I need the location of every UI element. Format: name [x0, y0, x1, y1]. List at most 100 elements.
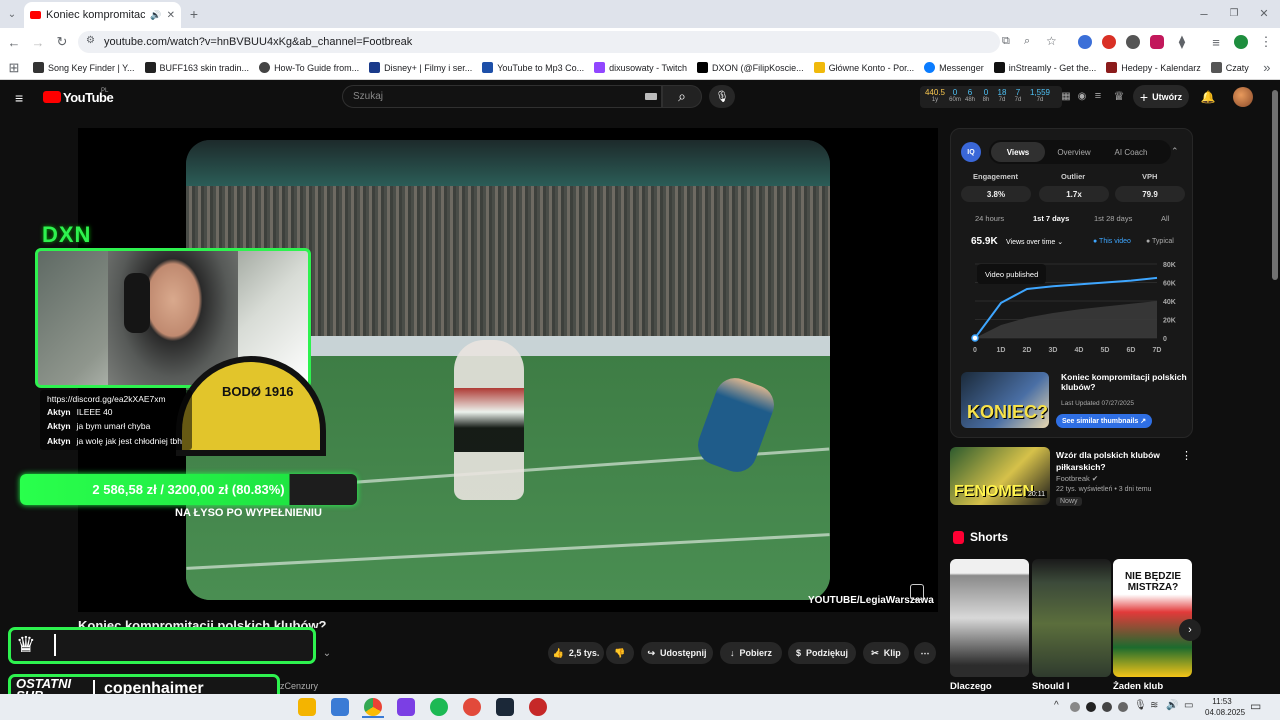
notifications-bell-icon[interactable]: 🔔 [1200, 89, 1216, 105]
browser-menu-icon[interactable]: ⋮ [1258, 34, 1274, 50]
bookmark-item[interactable]: Song Key Finder | Y... [28, 62, 140, 73]
period-28d[interactable]: 1st 28 days [1094, 214, 1132, 223]
speaker-icon[interactable]: 🔊 [150, 10, 161, 21]
similar-thumbnails-button[interactable]: See similar thumbnails ↗ [1056, 414, 1153, 428]
steam-icon[interactable] [496, 698, 514, 716]
microphone-tray-icon[interactable]: 🎙 [1134, 700, 1147, 711]
back-icon[interactable]: ← [6, 34, 22, 50]
settings-icon[interactable]: ◉ [1076, 90, 1088, 102]
apps-grid-icon[interactable]: ⊞ [0, 60, 28, 76]
period-all[interactable]: All [1161, 214, 1169, 223]
chevron-down-icon[interactable]: ⌄ [316, 644, 338, 662]
tab-views[interactable]: Views [991, 142, 1045, 162]
bookmark-item[interactable]: DXON (@FilipKoscie... [692, 62, 809, 73]
tab-close-icon[interactable]: ✕ [167, 10, 175, 21]
recommendation-thumbnail[interactable]: FENOMEN 20:11 [950, 447, 1050, 505]
app-icon[interactable] [397, 698, 415, 716]
bookmark-item[interactable]: How-To Guide from... [254, 62, 364, 73]
share-button[interactable]: ↪ Udostępnij [641, 642, 713, 664]
install-app-icon[interactable]: ⧉ [1002, 35, 1010, 48]
app-icon[interactable] [463, 698, 481, 716]
restore-icon[interactable]: ❐ [1226, 5, 1242, 21]
tray-icon[interactable] [1086, 702, 1096, 712]
forward-icon[interactable]: → [30, 34, 46, 50]
reading-list-icon[interactable]: ≡ [1208, 34, 1224, 50]
microphone-icon[interactable]: 🎙 [709, 85, 735, 108]
thumbnail-preview[interactable]: KONIEC? [961, 372, 1049, 428]
dislike-button[interactable]: 👎 [606, 642, 634, 664]
clip-button[interactable]: ✂ Klip [863, 642, 909, 664]
trophy-icon[interactable]: ♕ [1112, 89, 1126, 103]
extension-icon[interactable] [1078, 35, 1092, 49]
period-7d[interactable]: 1st 7 days [1033, 214, 1069, 223]
channel-watermark-icon[interactable] [910, 584, 924, 600]
site-info-icon[interactable]: ⚙ [86, 35, 95, 46]
bookmark-item[interactable]: Hedepy - Kalendarz [1101, 62, 1206, 73]
taskbar-clock[interactable]: 11:53 04.08.2025 [1205, 696, 1245, 718]
period-24h[interactable]: 24 hours [975, 214, 1004, 223]
todo-icon[interactable] [331, 698, 349, 716]
bookmark-item[interactable]: YouTube to Mp3 Co... [477, 62, 589, 73]
shorts-next-icon[interactable]: › [1179, 619, 1201, 641]
more-actions-button[interactable]: ⋯ [914, 642, 936, 664]
publish-point[interactable] [971, 334, 979, 342]
more-bookmarks-icon[interactable]: » [1254, 60, 1280, 75]
tray-chevron-icon[interactable]: ^ [1054, 700, 1059, 711]
reload-icon[interactable]: ↻ [54, 34, 70, 50]
bookmark-item[interactable]: Czaty [1206, 62, 1254, 73]
search-icon[interactable]: ⌕ [662, 85, 702, 108]
search-input[interactable]: Szukaj [342, 85, 662, 108]
like-button[interactable]: 👍 2,5 tys. [548, 642, 604, 664]
short-title[interactable]: Should I [1032, 681, 1069, 692]
short-thumbnail[interactable]: NIE BĘDZIE MISTRZA? [1113, 559, 1192, 677]
bookmark-item[interactable]: Główne Konto - Por... [809, 62, 920, 73]
bookmark-item[interactable]: Disney+ | Filmy i ser... [364, 62, 477, 73]
new-tab-icon[interactable]: + [186, 6, 202, 22]
short-title[interactable]: Żaden klub [1113, 681, 1163, 692]
create-button[interactable]: + Utwórz [1133, 85, 1189, 108]
minimize-icon[interactable]: – [1196, 5, 1212, 21]
collapse-icon[interactable]: ⌃ [1171, 146, 1179, 157]
wifi-icon[interactable]: ≋ [1150, 700, 1158, 711]
bookmark-item[interactable]: BUFF163 skin tradin... [140, 62, 255, 73]
notification-center-icon[interactable]: ▭ [1250, 699, 1261, 713]
recommendation-title[interactable]: Wzór dla polskich klubów piłkarskich? [1056, 449, 1174, 473]
youtube-logo-icon[interactable] [43, 91, 61, 103]
bookmark-star-icon[interactable]: ☆ [1046, 34, 1057, 48]
tray-icon[interactable] [1070, 702, 1080, 712]
spotify-icon[interactable] [430, 698, 448, 716]
hamburger-menu-icon[interactable]: ≡ [15, 90, 29, 106]
extension-icon[interactable] [1102, 35, 1116, 49]
tray-icon[interactable] [1118, 702, 1128, 712]
page-scrollbar[interactable] [1272, 90, 1278, 280]
close-window-icon[interactable]: ✕ [1256, 5, 1272, 21]
battery-icon[interactable]: ▭ [1184, 700, 1193, 711]
volume-icon[interactable]: 🔊 [1166, 700, 1178, 711]
bookmark-item[interactable]: Messenger [919, 62, 989, 73]
tab-search-icon[interactable]: ⌄ [4, 6, 20, 22]
tab-overview[interactable]: Overview [1047, 142, 1101, 162]
extension-icon[interactable] [1126, 35, 1140, 49]
thanks-button[interactable]: $ Podziękuj [788, 642, 856, 664]
chrome-icon[interactable] [364, 698, 382, 716]
app-icon[interactable] [529, 698, 547, 716]
browser-tab[interactable]: Koniec kompromitacji polsk 🔊 ✕ [24, 2, 181, 28]
keyboard-icon[interactable] [645, 93, 657, 100]
download-button[interactable]: ↓ Pobierz [720, 642, 782, 664]
grid-icon[interactable]: ▦ [1061, 90, 1071, 102]
recommendation-channel[interactable]: Footbreak ✔ [1056, 474, 1098, 483]
user-avatar[interactable] [1233, 87, 1253, 107]
profile-avatar[interactable] [1234, 35, 1248, 49]
file-explorer-icon[interactable] [298, 698, 316, 716]
metric-select[interactable]: Views over time ⌄ [1006, 238, 1063, 246]
extension-icon[interactable] [1150, 35, 1164, 49]
bookmark-item[interactable]: inStreamly - Get the... [989, 62, 1102, 73]
bookmark-item[interactable]: dixusowaty - Twitch [589, 62, 692, 73]
short-thumbnail[interactable] [1032, 559, 1111, 677]
short-title[interactable]: Dlaczego [950, 681, 992, 692]
zoom-icon[interactable]: ⌕ [1024, 35, 1030, 48]
tab-ai-coach[interactable]: AI Coach [1103, 142, 1159, 162]
list-icon[interactable]: ≡ [1092, 90, 1104, 102]
extensions-puzzle-icon[interactable]: ⧫ [1174, 34, 1190, 50]
short-thumbnail[interactable] [950, 559, 1029, 677]
